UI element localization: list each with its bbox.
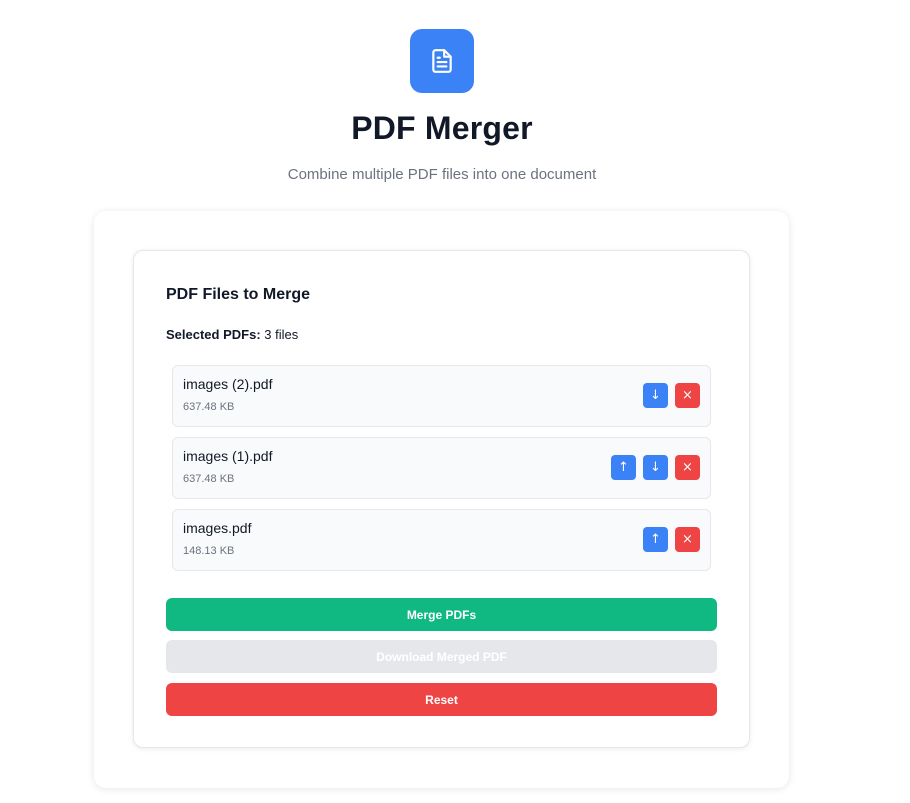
- move-up-button[interactable]: ↑: [643, 527, 668, 552]
- file-name: images (2).pdf: [183, 376, 273, 392]
- file-actions: ↑ ×: [643, 527, 700, 552]
- file-item: images (2).pdf 637.48 KB ↓ ×: [172, 365, 711, 427]
- section-title: PDF Files to Merge: [166, 286, 311, 303]
- selected-label: Selected PDFs:: [166, 327, 261, 342]
- move-down-button[interactable]: ↓: [643, 383, 668, 408]
- file-actions: ↓ ×: [643, 383, 700, 408]
- move-down-button[interactable]: ↓: [643, 455, 668, 480]
- selected-count: Selected PDFs: 3 files: [166, 327, 298, 342]
- file-item: images (1).pdf 637.48 KB ↑ ↓ ×: [172, 437, 711, 499]
- files-panel: [133, 250, 750, 748]
- file-actions: ↑ ↓ ×: [611, 455, 700, 480]
- page-subtitle: Combine multiple PDF files into one docu…: [287, 166, 597, 183]
- file-name: images (1).pdf: [183, 448, 273, 464]
- download-button[interactable]: Download Merged PDF: [166, 640, 717, 673]
- merge-button[interactable]: Merge PDFs: [166, 598, 717, 631]
- app-logo: [410, 29, 474, 93]
- document-icon: [429, 48, 455, 74]
- file-size: 637.48 KB: [183, 473, 235, 485]
- selected-value: 3 files: [264, 327, 299, 342]
- remove-file-button[interactable]: ×: [675, 527, 700, 552]
- page-title: PDF Merger: [351, 110, 533, 146]
- remove-file-button[interactable]: ×: [675, 455, 700, 480]
- remove-file-button[interactable]: ×: [675, 383, 700, 408]
- file-size: 148.13 KB: [183, 545, 235, 557]
- reset-button[interactable]: Reset: [166, 683, 717, 716]
- file-size: 637.48 KB: [183, 401, 235, 413]
- file-name: images.pdf: [183, 520, 252, 536]
- file-item: images.pdf 148.13 KB ↑ ×: [172, 509, 711, 571]
- move-up-button[interactable]: ↑: [611, 455, 636, 480]
